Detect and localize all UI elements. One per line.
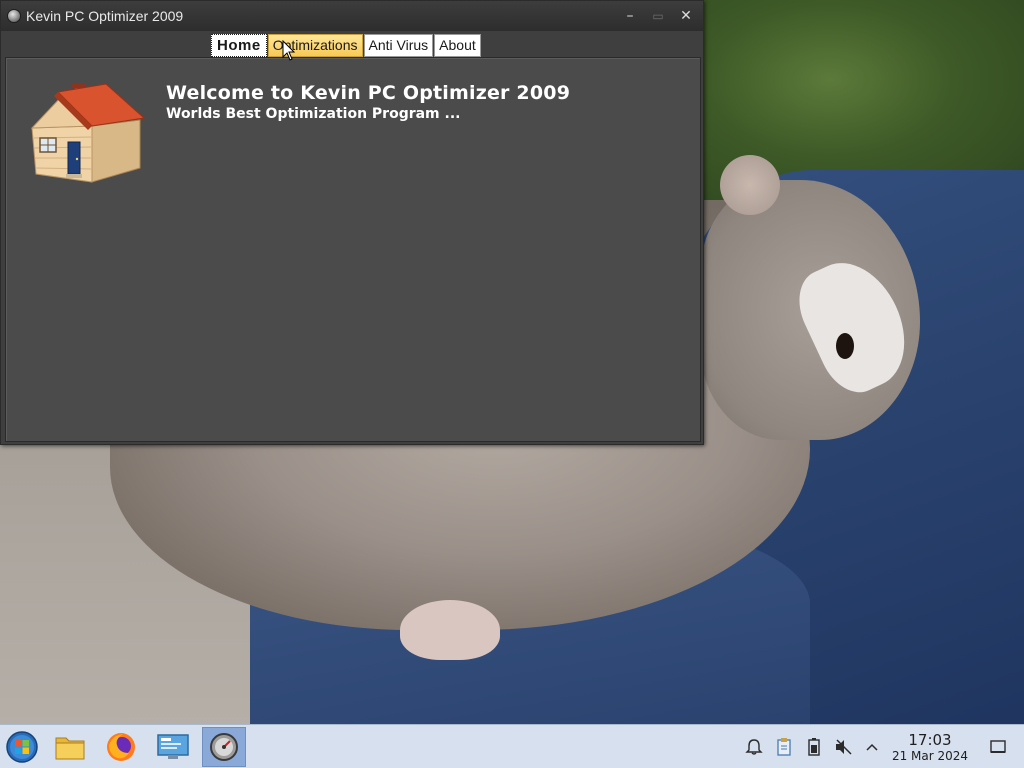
window-titlebar[interactable]: Kevin PC Optimizer 2009 – ▭ ✕ bbox=[1, 1, 703, 31]
taskbar: 17:03 21 Mar 2024 bbox=[0, 724, 1024, 768]
firefox-icon bbox=[107, 733, 135, 761]
taskbar-control-panel[interactable] bbox=[151, 727, 195, 767]
tray-expand-icon bbox=[866, 743, 878, 751]
home-panel: Welcome to Kevin PC Optimizer 2009 World… bbox=[5, 57, 701, 442]
optimizer-window: Kevin PC Optimizer 2009 – ▭ ✕ Home Optim… bbox=[0, 0, 704, 445]
show-desktop-button[interactable] bbox=[984, 725, 1012, 768]
close-icon[interactable]: ✕ bbox=[677, 7, 695, 25]
optimizer-app-icon bbox=[210, 733, 238, 761]
wallpaper-rat-paw bbox=[400, 600, 500, 660]
window-title: Kevin PC Optimizer 2009 bbox=[26, 8, 184, 24]
start-button[interactable] bbox=[0, 727, 44, 767]
taskbar-optimizer-app[interactable] bbox=[202, 727, 246, 767]
tab-bar: Home Optimizations Anti Virus About bbox=[1, 32, 703, 58]
maximize-icon[interactable]: ▭ bbox=[649, 7, 667, 25]
taskbar-file-manager[interactable] bbox=[48, 727, 92, 767]
tray-expand[interactable] bbox=[860, 725, 884, 768]
welcome-subtitle: Worlds Best Optimization Program ... bbox=[166, 106, 461, 122]
control-panel-icon bbox=[157, 734, 189, 759]
taskbar-clock[interactable]: 17:03 21 Mar 2024 bbox=[886, 731, 974, 763]
tab-anti-virus[interactable]: Anti Virus bbox=[363, 34, 434, 57]
notification-bell-icon bbox=[745, 739, 763, 755]
tab-about[interactable]: About bbox=[434, 34, 481, 57]
wallpaper-rat-eye bbox=[836, 333, 854, 359]
clipboard-icon bbox=[777, 738, 791, 756]
app-icon[interactable] bbox=[7, 9, 21, 23]
show-desktop-icon bbox=[990, 740, 1006, 753]
wallpaper-rat-ear bbox=[720, 155, 780, 215]
volume-muted-icon bbox=[836, 739, 852, 755]
house-icon bbox=[30, 83, 146, 183]
tab-list: Home Optimizations Anti Virus About bbox=[211, 34, 482, 57]
clock-time: 17:03 bbox=[908, 731, 952, 749]
tray-notifications[interactable] bbox=[742, 725, 766, 768]
tray-battery[interactable] bbox=[802, 725, 826, 768]
tab-home[interactable]: Home bbox=[211, 34, 267, 57]
welcome-title: Welcome to Kevin PC Optimizer 2009 bbox=[166, 82, 571, 104]
tray-volume[interactable] bbox=[832, 725, 856, 768]
file-manager-icon bbox=[55, 737, 85, 760]
window-controls: – ▭ ✕ bbox=[621, 7, 695, 25]
taskbar-firefox[interactable] bbox=[99, 727, 143, 767]
start-orb-icon bbox=[6, 731, 38, 763]
mouse-cursor-icon bbox=[282, 40, 296, 61]
clock-date: 21 Mar 2024 bbox=[891, 749, 969, 763]
welcome-block: Welcome to Kevin PC Optimizer 2009 World… bbox=[166, 82, 570, 122]
tray-clipboard[interactable] bbox=[772, 725, 796, 768]
minimize-icon[interactable]: – bbox=[621, 7, 639, 25]
battery-icon bbox=[808, 738, 820, 756]
